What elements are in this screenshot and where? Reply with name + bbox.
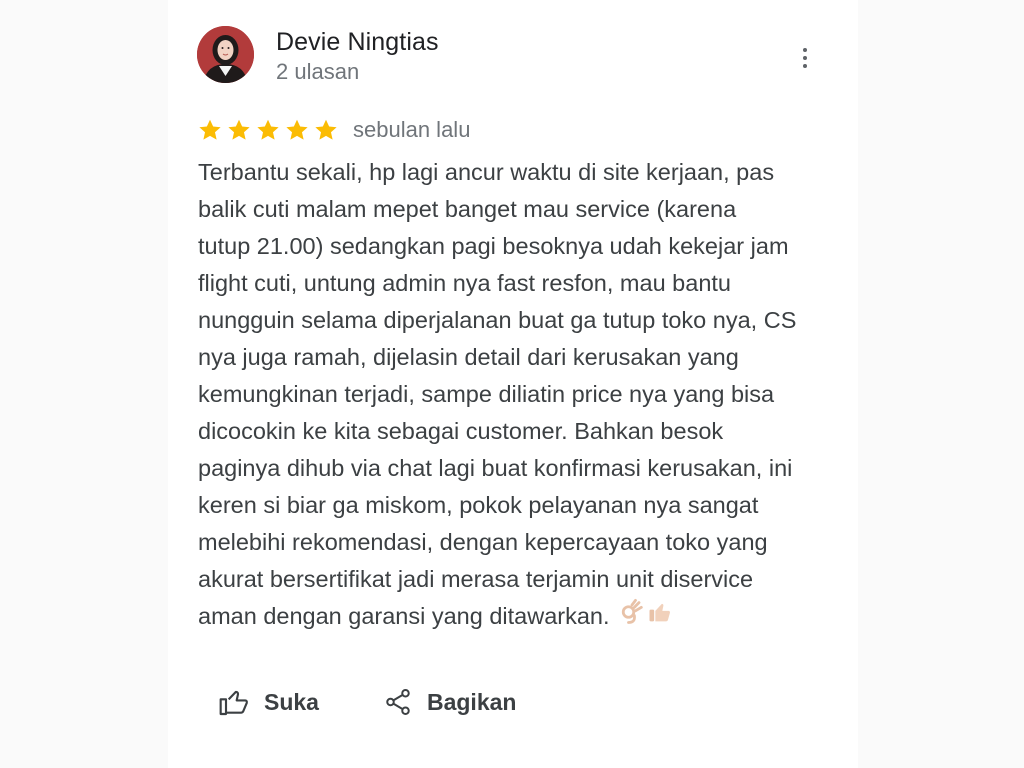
- review-actions: Suka Bagikan: [218, 686, 516, 718]
- review-text-line-content: keren si biar ga miskom, pokok pelayanan…: [198, 492, 759, 518]
- review-text-line-content: paginya dihub via chat lagi buat konfirm…: [198, 455, 793, 481]
- review-text-line-content: nya juga ramah, dijelasin detail dari ke…: [198, 344, 739, 370]
- more-dot: [803, 48, 807, 52]
- review-text-line-content: dicocokin ke kita sebagai customer. Bahk…: [198, 418, 724, 444]
- review-text-line-content: aman dengan garansi yang ditawarkan.: [198, 603, 610, 629]
- review-text-line-content: akurat bersertifikat jadi merasa terjami…: [198, 566, 754, 592]
- review-text-line: Terbantu sekali, hp lagi ancur waktu di …: [198, 154, 838, 191]
- star-icon: [257, 119, 279, 140]
- review-text-line: melebihi rekomendasi, dengan kepercayaan…: [198, 524, 838, 561]
- review-text-line-content: nungguin selama diperjalanan buat ga tut…: [198, 307, 797, 333]
- star-icon: [199, 119, 221, 140]
- thumbs-up-icon: [219, 690, 248, 716]
- review-text-line: flight cuti, untung admin nya fast resfo…: [198, 265, 838, 302]
- review-text-line: nungguin selama diperjalanan buat ga tut…: [198, 302, 838, 339]
- review-text-line-content: tutup 21.00) sedangkan pagi besoknya uda…: [198, 233, 789, 259]
- star-icon: [286, 119, 308, 140]
- more-options-icon[interactable]: [795, 44, 815, 72]
- review-text-line: aman dengan garansi yang ditawarkan.: [198, 598, 838, 637]
- emoji-group: [618, 598, 674, 637]
- like-label: Suka: [264, 688, 319, 715]
- review-text-line: tutup 21.00) sedangkan pagi besoknya uda…: [198, 228, 838, 265]
- review-text-line-content: kemungkinan terjadi, sampe diliatin pric…: [198, 381, 775, 407]
- share-label: Bagikan: [426, 688, 517, 715]
- review-text-line: keren si biar ga miskom, pokok pelayanan…: [198, 487, 838, 524]
- more-dot: [803, 56, 807, 60]
- review-text-line: nya juga ramah, dijelasin detail dari ke…: [198, 339, 838, 376]
- review-text-line-content: Terbantu sekali, hp lagi ancur waktu di …: [198, 159, 775, 185]
- review-text-line: paginya dihub via chat lagi buat konfirm…: [198, 450, 838, 487]
- more-dot: [803, 64, 807, 68]
- review-text-line: akurat bersertifikat jadi merasa terjami…: [198, 561, 838, 598]
- rating-row: sebulan lalu: [197, 115, 470, 145]
- review-text-line-content: flight cuti, untung admin nya fast resfo…: [198, 270, 731, 296]
- star-rating: [197, 117, 339, 143]
- share-icon: [386, 689, 410, 715]
- review-time: sebulan lalu: [353, 117, 471, 142]
- avatar-image: [197, 26, 254, 83]
- share-button[interactable]: Bagikan: [383, 687, 516, 717]
- star-icon: [228, 119, 250, 140]
- author-review-count[interactable]: 2 ulasan: [276, 59, 359, 85]
- review-text-line: dicocokin ke kita sebagai customer. Bahk…: [198, 413, 838, 450]
- star-icon: [315, 119, 337, 140]
- review-text-line-content: melebihi rekomendasi, dengan kepercayaan…: [198, 529, 768, 555]
- like-button[interactable]: Suka: [218, 686, 319, 718]
- author-name[interactable]: Devie Ningtias: [276, 28, 439, 57]
- review-text-line-content: balik cuti malam mepet banget mau servic…: [198, 196, 737, 222]
- ok-hand-icon: [621, 599, 643, 625]
- thumbs-up-emoji-icon: [649, 604, 670, 622]
- review-text: Terbantu sekali, hp lagi ancur waktu di …: [198, 154, 838, 637]
- review-text-line: balik cuti malam mepet banget mau servic…: [198, 191, 838, 228]
- avatar[interactable]: [197, 26, 254, 83]
- review-text-line: kemungkinan terjadi, sampe diliatin pric…: [198, 376, 838, 413]
